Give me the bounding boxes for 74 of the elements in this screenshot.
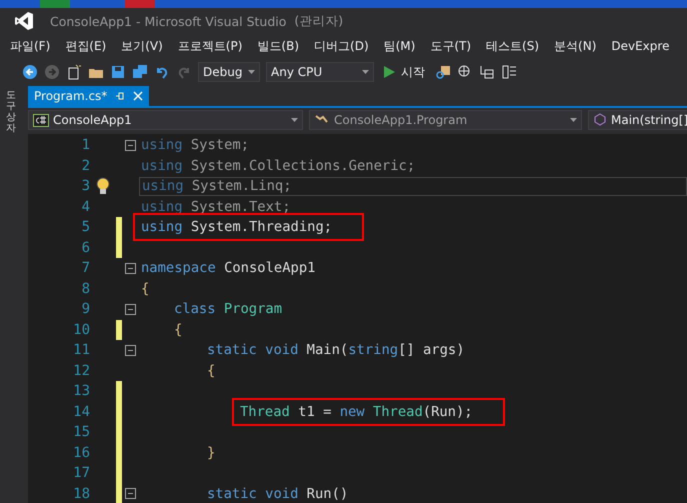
menu-item[interactable]: 보기(V) [121, 38, 163, 54]
collapse-toggle[interactable] [125, 140, 136, 151]
code-line: using System.Collections.Generic; [140, 158, 416, 174]
code-line: { [173, 322, 184, 338]
line-number: 13 [72, 383, 90, 400]
menu-item[interactable]: 도구(T) [430, 38, 472, 54]
code-line: using System.Text; [140, 198, 292, 215]
line-number: 9 [80, 301, 90, 318]
line-number: 3 [80, 178, 90, 194]
caret-icon [570, 118, 577, 122]
admin-label: (관리자) [294, 12, 344, 30]
line-number: 14 [72, 404, 90, 420]
menu-item[interactable]: DevExpre [611, 39, 670, 53]
line-number: 11 [72, 342, 90, 358]
save-all-icon[interactable] [132, 64, 148, 80]
menu-item[interactable]: 테스트(S) [486, 38, 540, 54]
line-number: 12 [72, 362, 90, 379]
line-number: 16 [72, 444, 90, 461]
line-number: 4 [80, 198, 90, 215]
menu-item[interactable]: 디버그(D) [314, 38, 369, 54]
caret-icon [362, 70, 369, 74]
code-line: { [206, 362, 216, 379]
line-number: 5 [80, 219, 90, 236]
code-line: using System.Threading; [140, 219, 334, 236]
caret-icon [291, 118, 298, 122]
code-line: namespace ConsoleApp1 [140, 260, 316, 276]
code-line: { [140, 280, 150, 297]
toolbox-tab[interactable]: 도구상자 [6, 90, 16, 134]
code-line: using System; [140, 137, 250, 154]
code-line: static void Main(string[] args) [206, 342, 466, 358]
pin-icon[interactable] [115, 91, 126, 101]
menu-item[interactable]: 빌드(B) [257, 38, 300, 54]
code-line: } [206, 444, 216, 461]
collapse-toggle[interactable] [125, 488, 136, 500]
configuration-dropdown[interactable]: Debug [198, 62, 260, 82]
member-dropdown[interactable]: Main(string[] [588, 110, 687, 130]
caret-icon [248, 70, 255, 74]
collapse-toggle[interactable] [125, 304, 136, 315]
csharp-file-icon [33, 114, 49, 126]
line-number: 15 [72, 424, 90, 440]
lightbulb-icon[interactable] [96, 177, 110, 196]
line-number: 18 [72, 486, 90, 502]
visual-studio-logo [14, 11, 34, 31]
code-line: static void Run() [206, 486, 350, 502]
method-icon [593, 113, 607, 127]
collapse-toggle[interactable] [125, 344, 136, 356]
line-number: 8 [80, 280, 90, 297]
line-number: 17 [72, 465, 90, 482]
type-dropdown[interactable]: ConsoleApp1.Program [309, 110, 582, 130]
start-button[interactable]: 시작 [380, 64, 429, 80]
document-tab[interactable]: Program.cs* [28, 86, 150, 106]
collapse-toggle[interactable] [125, 262, 136, 274]
play-icon [384, 66, 395, 78]
menu-item[interactable]: 파일(F) [10, 38, 50, 54]
menu-item[interactable]: 편집(E) [65, 38, 106, 54]
code-line: class Program [173, 301, 283, 318]
list-icon[interactable] [501, 64, 517, 80]
platform-dropdown[interactable]: Any CPU [266, 62, 374, 82]
project-dropdown[interactable]: ConsoleApp1 [28, 110, 303, 130]
new-item-icon[interactable] [66, 64, 82, 80]
line-number: 10 [72, 322, 90, 338]
close-icon[interactable] [133, 91, 144, 101]
menu-item[interactable]: 팀(M) [384, 38, 416, 54]
line-number: 6 [80, 240, 90, 256]
line-number: 7 [80, 260, 90, 276]
indent-icon[interactable] [479, 64, 495, 80]
menu-item[interactable]: 분석(N) [554, 38, 596, 54]
code-line: using System.Linq; [141, 178, 293, 194]
line-number: 1 [80, 137, 90, 154]
window-title: ConsoleApp1 - Microsoft Visual Studio [50, 14, 286, 28]
menu-item[interactable]: 프로젝트(P) [178, 38, 242, 54]
save-icon[interactable] [110, 64, 126, 80]
code-line: Thread t1 = new Thread(Run); [239, 404, 474, 420]
line-number: 2 [80, 158, 90, 174]
